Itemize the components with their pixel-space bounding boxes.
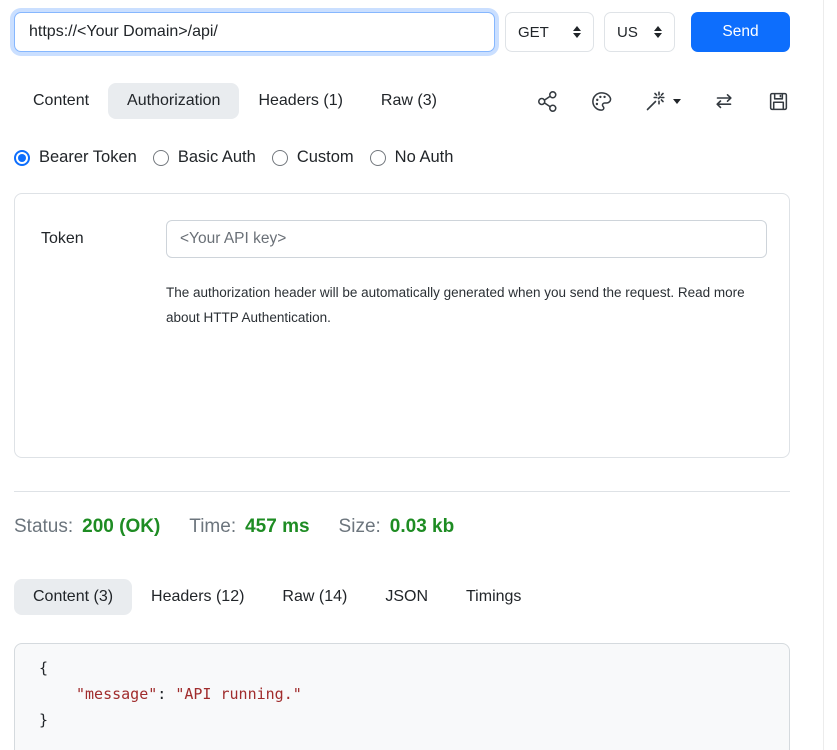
response-status-bar: Status: 200 (OK) Time: 457 ms Size: 0.03… [14, 516, 790, 538]
tab-raw[interactable]: Raw (3) [362, 83, 456, 119]
auth-option-custom[interactable]: Custom [272, 148, 354, 167]
auth-option-bearer-token[interactable]: Bearer Token [14, 148, 137, 167]
magic-wand-dropdown-button[interactable] [644, 89, 681, 113]
api-client-page: GET US Send Content Authorization Header… [0, 0, 837, 750]
json-key: "message" [76, 685, 157, 703]
method-select[interactable]: GET [505, 12, 594, 52]
chevron-down-icon [673, 99, 681, 104]
share-button[interactable] [536, 90, 559, 113]
radio-checked-icon[interactable] [14, 150, 30, 166]
status-code: Status: 200 (OK) [14, 516, 160, 538]
auth-type-options: Bearer Token Basic Auth Custom No Auth [14, 148, 790, 167]
response-tab-json[interactable]: JSON [366, 579, 447, 615]
auth-option-label: Custom [297, 148, 354, 167]
scrollbar-track-edge [823, 0, 824, 750]
share-icon [536, 90, 559, 113]
section-divider [14, 491, 790, 492]
region-select[interactable]: US [604, 12, 675, 52]
region-select-value: US [617, 24, 638, 41]
json-message-line: "message": "API running." [39, 681, 765, 707]
token-label: Token [41, 230, 166, 248]
theme-palette-icon [590, 90, 613, 113]
response-time: Time: 457 ms [189, 516, 309, 538]
response-tabs: Content (3) Headers (12) Raw (14) JSON T… [14, 579, 790, 615]
magic-wand-icon [644, 89, 668, 113]
auth-option-basic-auth[interactable]: Basic Auth [153, 148, 256, 167]
json-separator: : [157, 685, 175, 703]
radio-unchecked-icon[interactable] [272, 150, 288, 166]
status-value: 200 (OK) [82, 516, 160, 538]
auth-option-label: No Auth [395, 148, 454, 167]
time-label: Time: [189, 516, 236, 538]
select-updown-icon [654, 26, 662, 38]
swap-requests-button[interactable] [712, 89, 736, 113]
json-open-brace: { [39, 655, 765, 681]
theme-palette-button[interactable] [590, 90, 613, 113]
radio-unchecked-icon[interactable] [153, 150, 169, 166]
save-icon [767, 90, 790, 113]
radio-unchecked-icon[interactable] [370, 150, 386, 166]
toolbar-icons [536, 89, 790, 113]
auth-option-label: Bearer Token [39, 148, 137, 167]
select-updown-icon [573, 26, 581, 38]
tab-authorization[interactable]: Authorization [108, 83, 239, 119]
response-tab-headers[interactable]: Headers (12) [132, 579, 263, 615]
time-value: 457 ms [245, 516, 309, 538]
url-input[interactable] [14, 12, 495, 52]
response-tab-timings[interactable]: Timings [447, 579, 540, 615]
bearer-token-panel: Token The authorization header will be a… [14, 193, 790, 458]
size-value: 0.03 kb [390, 516, 454, 538]
response-tab-raw[interactable]: Raw (14) [263, 579, 366, 615]
response-body[interactable]: { "message": "API running." } [14, 643, 790, 750]
json-close-brace: } [39, 707, 765, 733]
status-label: Status: [14, 516, 73, 538]
response-size: Size: 0.03 kb [339, 516, 455, 538]
token-input[interactable] [166, 220, 767, 258]
send-button[interactable]: Send [691, 12, 790, 52]
tab-headers[interactable]: Headers (1) [239, 83, 361, 119]
method-select-value: GET [518, 24, 549, 41]
json-value: "API running." [175, 685, 301, 703]
response-tab-content[interactable]: Content (3) [14, 579, 132, 615]
request-bar: GET US Send [14, 12, 790, 52]
auth-option-label: Basic Auth [178, 148, 256, 167]
auth-option-no-auth[interactable]: No Auth [370, 148, 454, 167]
size-label: Size: [339, 516, 381, 538]
save-button[interactable] [767, 90, 790, 113]
swap-arrows-icon [712, 89, 736, 113]
token-help-text: The authorization header will be automat… [166, 280, 751, 330]
request-tabs: Content Authorization Headers (1) Raw (3… [14, 83, 790, 119]
tab-content[interactable]: Content [14, 83, 108, 119]
